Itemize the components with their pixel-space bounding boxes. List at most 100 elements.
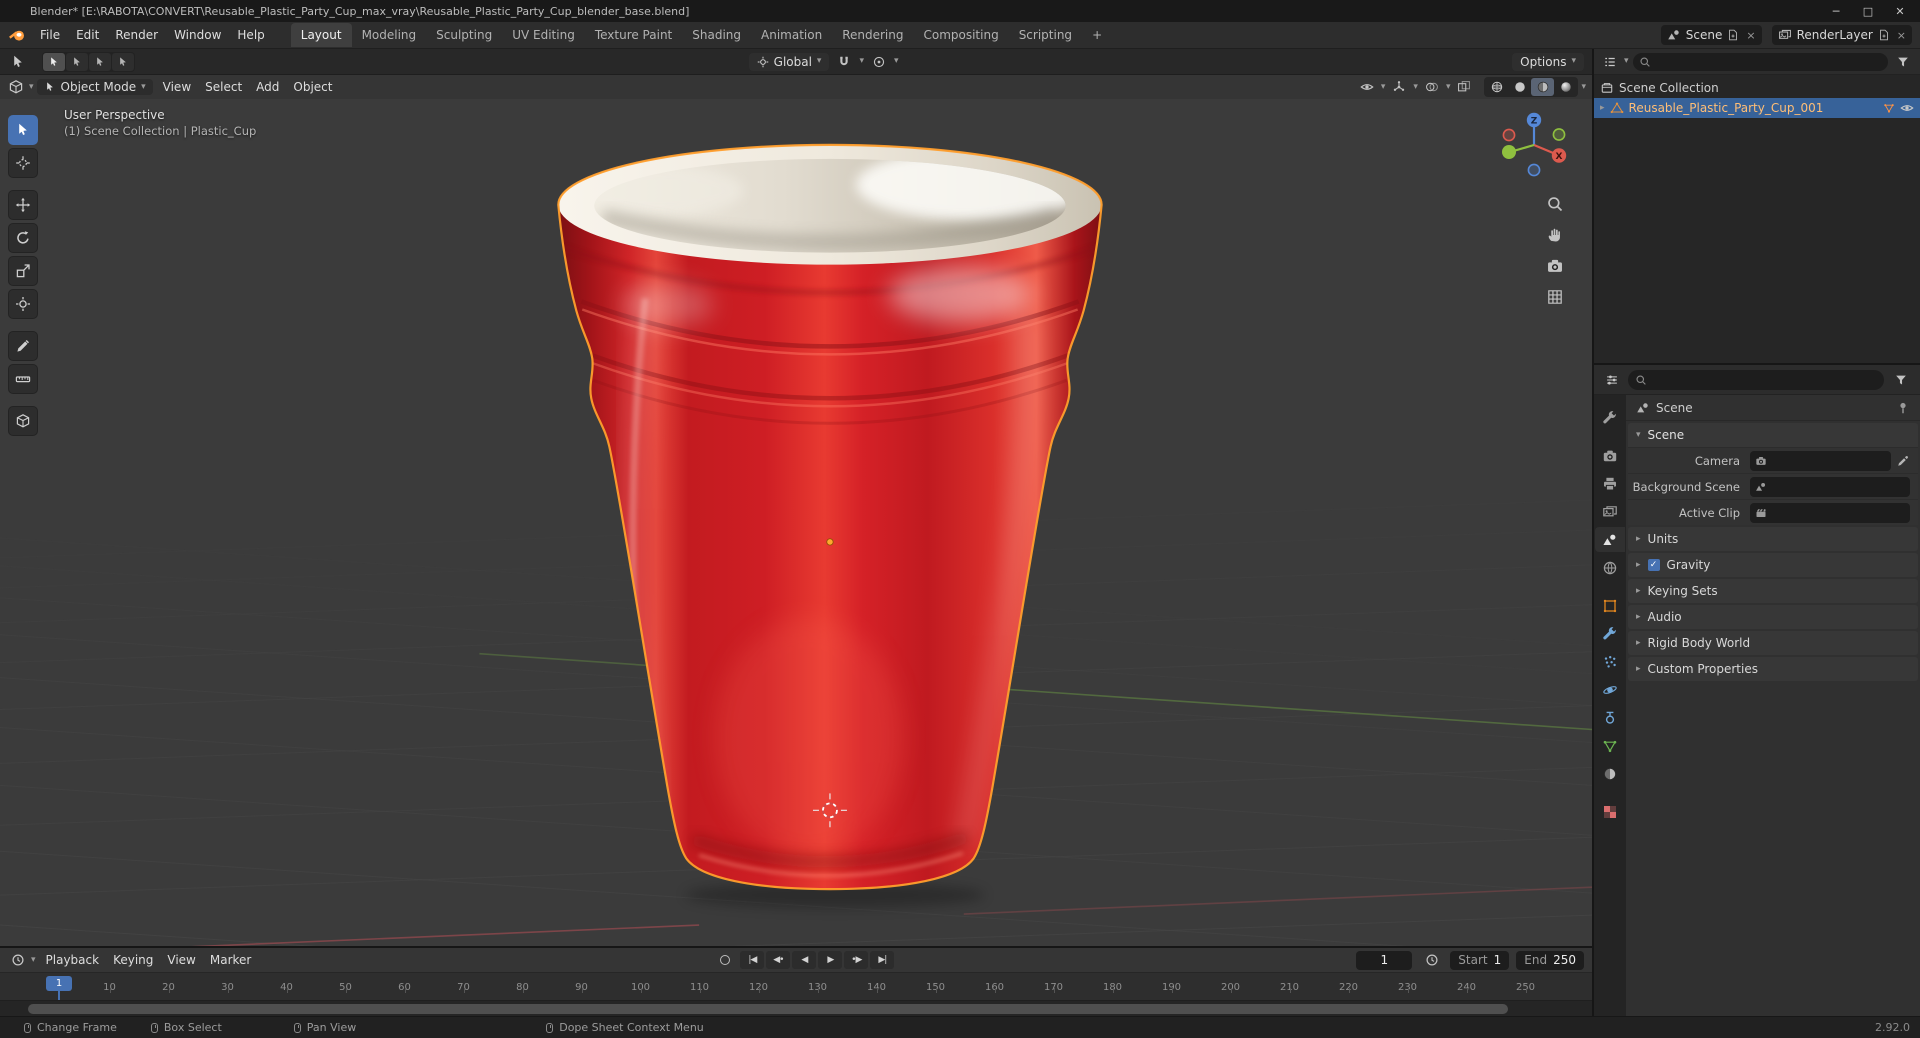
menu-render[interactable]: Render [107, 24, 166, 46]
workspace-tab-layout[interactable]: Layout [290, 23, 352, 47]
proportional-editing-toggle[interactable] [868, 52, 890, 72]
tool-scale[interactable] [8, 256, 38, 286]
close-button[interactable]: ✕ [1884, 0, 1916, 22]
preview-range-icon[interactable] [1421, 950, 1443, 970]
properties-tab-particles[interactable] [1595, 649, 1625, 674]
play-reverse-button[interactable]: ◀ [792, 951, 817, 969]
properties-tab-physics[interactable] [1595, 677, 1625, 702]
workspace-tab-shading[interactable]: Shading [682, 23, 751, 47]
add-workspace-button[interactable]: + [1084, 25, 1110, 45]
properties-tab-tool[interactable] [1595, 405, 1625, 430]
panel-rigid-body-world[interactable]: Rigid Body World [1628, 631, 1918, 655]
shading-material-button[interactable] [1531, 78, 1555, 96]
gizmo-z-neg-axis[interactable] [1527, 163, 1541, 177]
minimize-button[interactable]: ─ [1820, 0, 1852, 22]
prev-keyframe-button[interactable]: ◀• [766, 951, 791, 969]
tool-measure[interactable] [8, 364, 38, 394]
auto-keying-toggle[interactable] [720, 955, 731, 965]
next-keyframe-button[interactable]: •▶ [844, 951, 869, 969]
workspace-tab-modeling[interactable]: Modeling [352, 23, 427, 47]
filter-icon[interactable] [1892, 52, 1914, 72]
workspace-tab-texture-paint[interactable]: Texture Paint [585, 23, 682, 47]
playhead-marker[interactable]: 1 [46, 976, 72, 991]
eyedropper-icon[interactable] [1896, 454, 1910, 468]
active-tool-icon[interactable] [8, 52, 28, 72]
mode-dropdown[interactable]: Object Mode [36, 79, 153, 95]
panel-custom-properties[interactable]: Custom Properties [1628, 657, 1918, 681]
panel-units[interactable]: Units [1628, 527, 1918, 551]
chevron-down-icon[interactable] [29, 83, 34, 92]
gizmos-toggle-icon[interactable] [1388, 77, 1410, 97]
field-input[interactable] [1750, 450, 1891, 471]
field-input[interactable] [1750, 502, 1910, 523]
workspace-tab-compositing[interactable]: Compositing [913, 23, 1008, 47]
outliner-row-scene-collection[interactable]: Scene Collection [1594, 78, 1920, 98]
panel-gravity[interactable]: Gravity [1628, 553, 1918, 577]
toggle-perspective-icon[interactable] [1546, 288, 1564, 306]
timeline-menu-marker[interactable]: Marker [203, 950, 258, 970]
field-input[interactable] [1750, 476, 1910, 497]
select-mode-new[interactable] [43, 52, 65, 71]
timeline-scrollbar[interactable] [28, 1004, 1508, 1014]
properties-tab-output[interactable] [1595, 471, 1625, 496]
current-frame-field[interactable]: 1 [1356, 950, 1413, 970]
menu-window[interactable]: Window [166, 24, 229, 46]
timeline-menu-keying[interactable]: Keying [106, 950, 160, 970]
workspace-tab-uv-editing[interactable]: UV Editing [502, 23, 585, 47]
viewport-menu-add[interactable]: Add [249, 77, 286, 97]
select-mode-intersect[interactable] [112, 52, 134, 71]
timeline-menu-playback[interactable]: Playback [39, 950, 107, 970]
chevron-down-icon[interactable] [1446, 83, 1451, 92]
menu-file[interactable]: File [32, 24, 68, 46]
expand-icon[interactable] [1600, 104, 1605, 113]
viewport-menu-object[interactable]: Object [286, 77, 339, 97]
tool-transform[interactable] [8, 289, 38, 319]
chevron-down-icon[interactable] [31, 956, 36, 965]
properties-tab-render[interactable] [1595, 443, 1625, 468]
zoom-icon[interactable] [1546, 195, 1564, 213]
timeline-ruler[interactable]: 10 20 30 40 50 60 70 80 90 100 110 120 130 140 150 160 1… [0, 972, 1592, 1000]
workspace-tab-rendering[interactable]: Rendering [832, 23, 913, 47]
filter-icon[interactable] [1890, 370, 1912, 390]
tool-cursor-3d[interactable] [8, 148, 38, 178]
shading-solid-button[interactable] [1508, 78, 1531, 96]
properties-tab-material[interactable] [1595, 761, 1625, 786]
tool-add-cube[interactable] [8, 406, 38, 436]
unlink-scene-icon[interactable]: × [1744, 29, 1755, 42]
viewport-menu-view[interactable]: View [156, 77, 198, 97]
maximize-button[interactable]: □ [1852, 0, 1884, 22]
gizmo-x-neg-axis[interactable] [1502, 128, 1516, 142]
properties-tab-modifiers[interactable] [1595, 621, 1625, 646]
camera-view-icon[interactable] [1546, 257, 1564, 275]
navigation-gizmo[interactable]: Z X [1498, 109, 1570, 181]
properties-tab-scene[interactable] [1595, 527, 1625, 552]
properties-tab-object[interactable] [1595, 593, 1625, 618]
editor-type-icon-properties[interactable] [1602, 370, 1622, 390]
remove-view-layer-icon[interactable]: × [1895, 29, 1906, 42]
outliner-row-object[interactable]: Reusable_Plastic_Party_Cup_001 [1594, 98, 1920, 118]
viewport-3d[interactable]: User Perspective (1) Scene Collection | … [0, 99, 1592, 946]
options-dropdown[interactable]: Options [1512, 52, 1584, 71]
select-mode-extend[interactable] [66, 52, 88, 71]
chevron-down-icon[interactable] [1381, 83, 1386, 92]
tool-select-box[interactable] [8, 115, 38, 145]
editor-type-icon[interactable] [6, 77, 26, 97]
timeline-menu-view[interactable]: View [160, 950, 202, 970]
gravity-checkbox[interactable] [1647, 559, 1660, 571]
blender-logo-icon[interactable] [8, 26, 26, 44]
overlays-toggle-icon[interactable] [1421, 77, 1443, 97]
jump-start-button[interactable]: |◀ [740, 951, 765, 969]
gizmo-y-neg-axis[interactable] [1552, 128, 1566, 141]
menu-edit[interactable]: Edit [68, 24, 107, 46]
jump-end-button[interactable]: ▶| [870, 951, 895, 969]
properties-tab-world[interactable] [1595, 555, 1625, 580]
editor-type-icon-outliner[interactable] [1600, 52, 1620, 72]
properties-search-input[interactable] [1628, 369, 1884, 390]
chevron-down-icon[interactable] [859, 57, 864, 66]
transform-orientation-dropdown[interactable]: Global [748, 52, 830, 71]
frame-start-field[interactable]: Start 1 [1450, 950, 1510, 970]
workspace-tab-scripting[interactable]: Scripting [1009, 23, 1082, 47]
panel-audio[interactable]: Audio [1628, 605, 1918, 629]
xray-toggle-icon[interactable] [1453, 77, 1475, 97]
object-visibility-icon[interactable] [1356, 77, 1378, 97]
